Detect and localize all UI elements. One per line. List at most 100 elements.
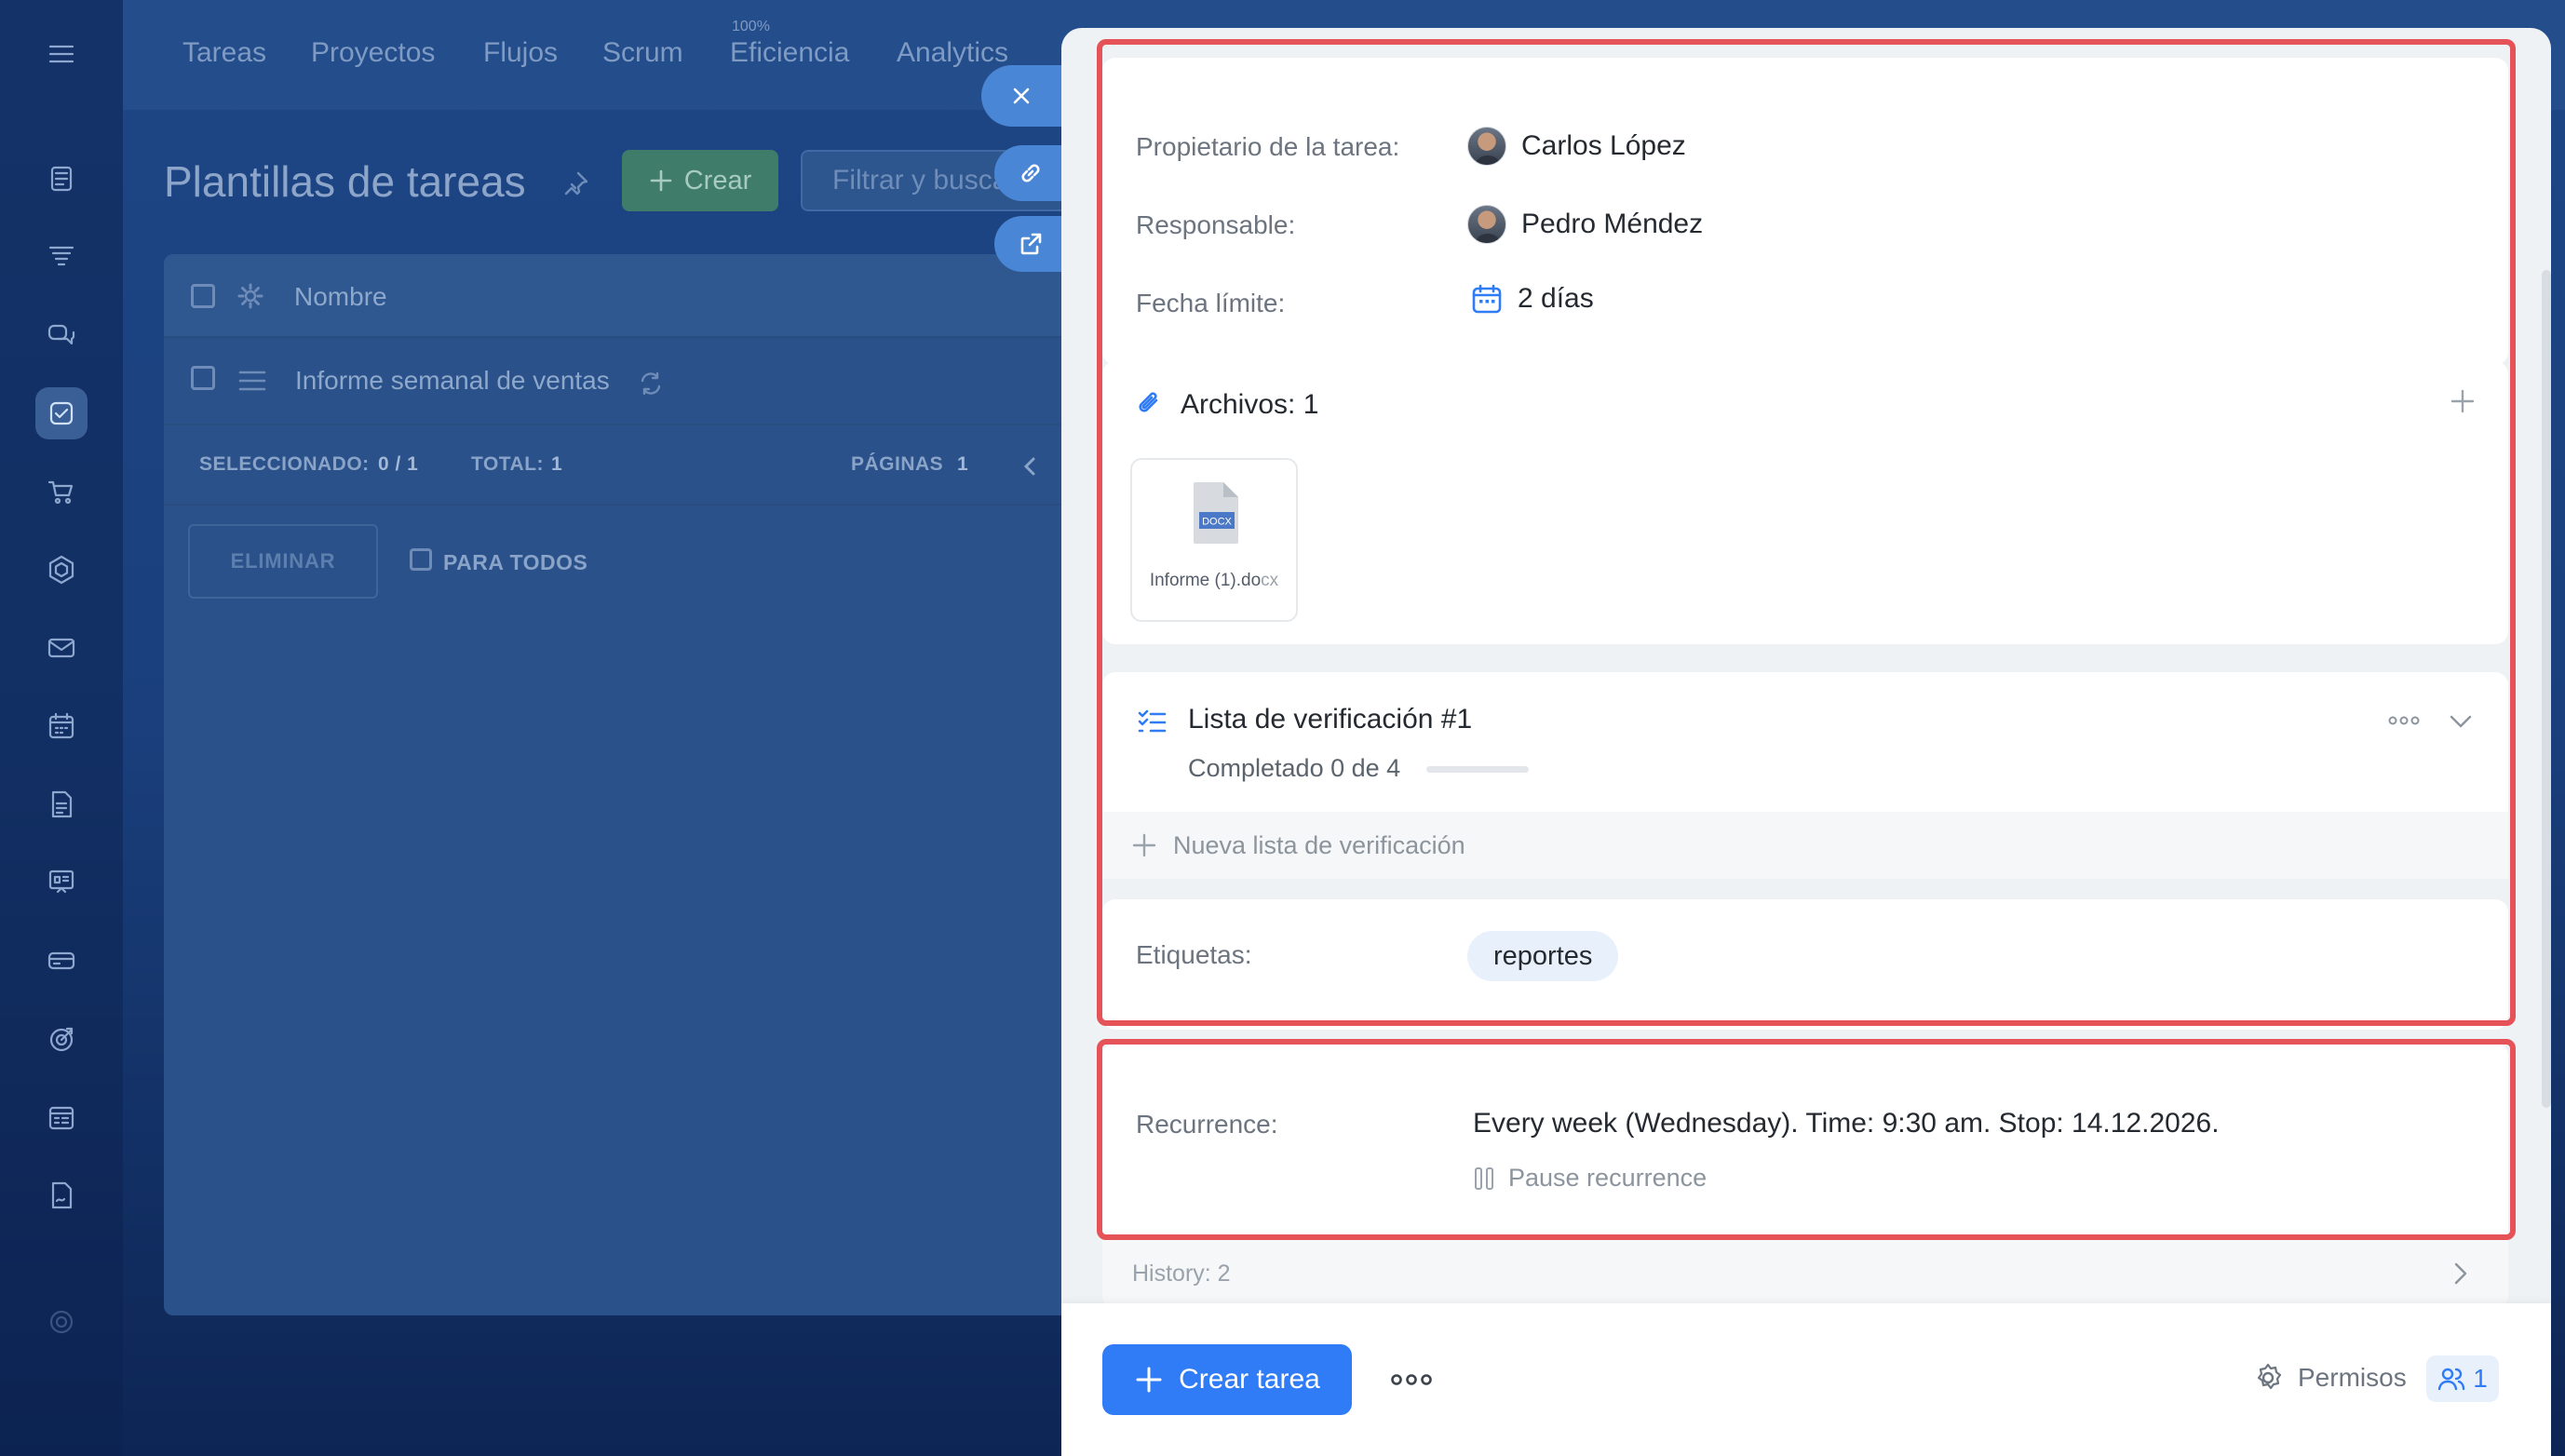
column-header-name[interactable]: Nombre: [294, 282, 387, 312]
external-link-icon: [1020, 233, 1042, 255]
nav-tab-proyectos[interactable]: Proyectos: [311, 37, 435, 69]
owner-label: Propietario de la tarea:: [1136, 132, 1400, 161]
history-label: History: 2: [1132, 1260, 1231, 1287]
task-template-slider: Propietario de la tarea: Carlos López Re…: [1061, 28, 2551, 1456]
signature-doc-icon[interactable]: [35, 1169, 88, 1221]
settings-icon[interactable]: [35, 1296, 88, 1348]
calendar-icon[interactable]: [35, 700, 88, 752]
checklist-progress-text: Completado 0 de 4: [1188, 754, 1401, 782]
more-actions-button[interactable]: [1389, 1363, 1434, 1396]
checklist-progress-bar: [1426, 766, 1529, 773]
recurrence-card: Recurrence: Every week (Wednesday). Time…: [1102, 1043, 2508, 1246]
responsible-field[interactable]: Pedro Méndez: [1467, 205, 1703, 244]
nav-tab-eficiencia[interactable]: Eficiencia: [730, 37, 849, 69]
nav-tab-tareas[interactable]: Tareas: [182, 37, 266, 69]
people-card: Propietario de la tarea: Carlos López Re…: [1102, 58, 2508, 365]
mail-icon[interactable]: [35, 622, 88, 674]
file-name-base: Informe (1).do: [1149, 571, 1262, 590]
docx-file-icon: DOCX: [1194, 482, 1238, 544]
delete-button[interactable]: ELIMINAR: [188, 524, 378, 599]
table-row[interactable]: Informe semanal de ventas: [164, 338, 1095, 425]
chat-icon[interactable]: [35, 309, 88, 361]
checklist-title[interactable]: Lista de verificación #1: [1188, 704, 1472, 735]
for-all-label: PARA TODOS: [443, 550, 588, 574]
avatar: [1467, 127, 1506, 166]
create-task-label: Crear tarea: [1179, 1364, 1320, 1395]
checklist-icon: [1138, 709, 1167, 733]
plus-icon: [1132, 833, 1156, 857]
crm-funnel-icon[interactable]: [35, 231, 88, 283]
responsible-name: Pedro Méndez: [1521, 209, 1704, 239]
chevron-right-icon: [2454, 1262, 2467, 1285]
tasks-icon[interactable]: [35, 387, 88, 439]
create-task-button[interactable]: Crear tarea: [1102, 1344, 1352, 1415]
gear-icon[interactable]: [236, 282, 264, 310]
template-name[interactable]: Informe semanal de ventas: [295, 366, 610, 396]
more-icon: [1391, 1374, 1432, 1385]
members-badge[interactable]: 1: [2426, 1355, 2499, 1402]
permissions-button[interactable]: Permisos: [2251, 1361, 2407, 1395]
list-footer: SELECCIONADO: 0 / 1 TOTAL: 1 PÁGINAS 1: [164, 425, 1095, 506]
plus-icon: [1136, 1367, 1162, 1393]
copy-link-button[interactable]: [994, 145, 1071, 201]
target-icon[interactable]: [35, 1013, 88, 1065]
pause-recurrence-button[interactable]: Pause recurrence: [1473, 1164, 1707, 1193]
card-icon[interactable]: [35, 935, 88, 987]
users-icon: [2438, 1368, 2465, 1391]
recurrence-value[interactable]: Every week (Wednesday). Time: 9:30 am. S…: [1473, 1108, 2220, 1139]
chevron-left-icon[interactable]: [1020, 455, 1039, 478]
list-header: Nombre: [164, 254, 1095, 338]
efficiency-badge: 100%: [732, 19, 770, 34]
for-all-checkbox[interactable]: [410, 548, 432, 571]
pin-icon[interactable]: [560, 169, 590, 199]
files-title: Archivos: 1: [1181, 389, 1319, 420]
recurrence-label: Recurrence:: [1136, 1110, 1278, 1139]
presentation-icon[interactable]: [35, 856, 88, 909]
total-value: 1: [551, 453, 563, 475]
hexagon-icon[interactable]: [35, 544, 88, 596]
tag-pill[interactable]: reportes: [1467, 931, 1619, 981]
recurrence-icon: [641, 371, 661, 396]
pages-value: 1: [957, 453, 969, 475]
checklist-card: Lista de verificación #1 Completado 0 de…: [1102, 672, 2508, 819]
link-icon: [1021, 164, 1040, 182]
deadline-field[interactable]: 2 días: [1471, 283, 1594, 315]
responsible-label: Responsable:: [1136, 210, 1296, 239]
plus-icon: [650, 169, 672, 192]
paperclip-icon: [1139, 392, 1158, 412]
select-all-checkbox[interactable]: [191, 284, 215, 308]
file-name: Informe (1).docx: [1132, 570, 1296, 592]
history-row[interactable]: History: 2: [1102, 1238, 2508, 1309]
new-checklist-button[interactable]: Nueva lista de verificación: [1102, 812, 2508, 879]
left-rail: [0, 0, 123, 1456]
row-checkbox[interactable]: [191, 366, 215, 390]
total-label: TOTAL:: [471, 453, 545, 475]
new-checklist-label: Nueva lista de verificación: [1173, 830, 1465, 859]
drag-handle-icon[interactable]: [238, 370, 266, 392]
create-template-button[interactable]: Crear: [622, 150, 778, 211]
schedule-icon[interactable]: [35, 1091, 88, 1143]
document-icon[interactable]: [35, 778, 88, 830]
tags-label: Etiquetas:: [1136, 940, 1252, 969]
files-card: Archivos: 1 DOCX Informe (1).docx: [1102, 361, 2508, 644]
file-name-ext: cx: [1261, 571, 1279, 590]
nav-tab-flujos[interactable]: Flujos: [483, 37, 558, 69]
cart-icon[interactable]: [35, 465, 88, 518]
menu-icon[interactable]: [35, 28, 88, 80]
file-tile[interactable]: DOCX Informe (1).docx: [1130, 458, 1298, 622]
open-new-window-button[interactable]: [994, 216, 1071, 272]
deadline-value: 2 días: [1518, 283, 1594, 314]
close-icon: [1013, 88, 1030, 104]
close-slider-button[interactable]: [981, 65, 1071, 127]
selected-value: 0 / 1: [378, 453, 419, 475]
chevron-down-icon[interactable]: [2447, 708, 2475, 735]
owner-field[interactable]: Carlos López: [1467, 127, 1686, 166]
more-options-icon[interactable]: [2387, 713, 2421, 728]
nav-tab-analytics[interactable]: Analytics: [897, 37, 1008, 69]
calendar-icon: [1472, 284, 1502, 314]
owner-name: Carlos López: [1521, 130, 1686, 161]
scrollbar[interactable]: [2542, 270, 2551, 1108]
nav-tab-scrum[interactable]: Scrum: [602, 37, 683, 69]
add-file-icon[interactable]: [2449, 387, 2477, 415]
feed-icon[interactable]: [35, 153, 88, 205]
